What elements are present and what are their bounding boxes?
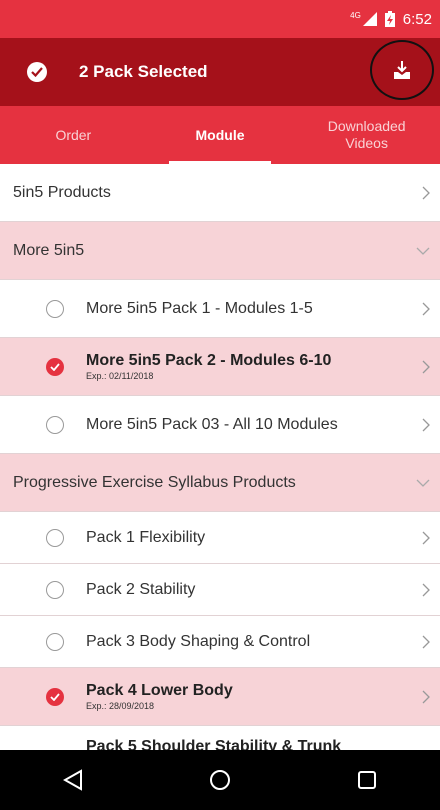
chevron-down-icon [416, 247, 430, 255]
tab-order[interactable]: Order [0, 106, 147, 164]
section-progressive-exercise[interactable]: Progressive Exercise Syllabus Products [0, 454, 440, 512]
expiry-date: Exp.: 02/11/2018 [86, 371, 154, 381]
download-button[interactable] [370, 40, 434, 100]
tab-downloaded-videos-label: Downloaded Videos [327, 118, 406, 151]
home-circle-icon [209, 770, 230, 790]
nav-recents-button[interactable] [337, 750, 397, 810]
section-more-5in5[interactable]: More 5in5 [0, 222, 440, 280]
download-icon [394, 61, 410, 79]
item-label: Pack 4 Lower Body [86, 682, 233, 699]
list-item-pes-pack4[interactable]: Pack 4 Lower Body Exp.: 28/09/2018 [0, 668, 440, 726]
radio-unchecked-icon[interactable] [46, 415, 64, 434]
item-label: More 5in5 Pack 2 - Modules 6-10 [86, 352, 332, 369]
nav-back-button[interactable] [43, 750, 103, 810]
item-label: Pack 1 Flexibility [86, 528, 206, 546]
android-nav-bar [0, 750, 440, 810]
tab-bar: Order Module Downloaded Videos [0, 106, 440, 164]
battery-icon [384, 11, 395, 27]
page-title: 2 Pack Selected [79, 62, 208, 81]
item-label: Pack 2 Stability [86, 580, 196, 598]
radio-checked-icon[interactable] [46, 687, 64, 706]
chevron-right-icon [422, 186, 430, 199]
status-bar: 4G 6:52 [0, 0, 440, 38]
list-item-pes-pack3[interactable]: Pack 3 Body Shaping & Control [0, 616, 440, 668]
signal-icon [362, 12, 377, 26]
radio-unchecked-icon[interactable] [46, 528, 64, 547]
list-item-more5in5-pack2[interactable]: More 5in5 Pack 2 - Modules 6-10 Exp.: 02… [0, 338, 440, 396]
radio-unchecked-icon[interactable] [46, 580, 64, 599]
expiry-date: Exp.: 28/09/2018 [86, 701, 155, 711]
section-label: Progressive Exercise Syllabus Products [13, 473, 296, 491]
nav-home-button[interactable] [190, 750, 250, 810]
list-item-pes-pack2[interactable]: Pack 2 Stability [0, 564, 440, 616]
chevron-right-icon [422, 418, 430, 431]
item-label: More 5in5 Pack 1 - Modules 1-5 [86, 299, 313, 317]
recents-square-icon [357, 771, 376, 789]
tab-downloaded-videos[interactable]: Downloaded Videos [293, 106, 440, 164]
chevron-right-icon [422, 531, 430, 544]
selection-check-icon[interactable] [27, 62, 47, 82]
list-item-pes-pack5[interactable]: Pack 5 Shoulder Stability & Trunk [0, 726, 440, 750]
chevron-right-icon [422, 635, 430, 648]
item-label: Pack 5 Shoulder Stability & Trunk [86, 738, 342, 750]
clock: 6:52 [402, 10, 432, 28]
signal-indicator: 4G [350, 11, 377, 26]
chevron-right-icon [422, 360, 430, 373]
chevron-right-icon [422, 302, 430, 315]
section-label: 5in5 Products [13, 183, 111, 201]
tab-module[interactable]: Module [147, 106, 294, 164]
radio-unchecked-icon[interactable] [46, 632, 64, 651]
item-label: Pack 3 Body Shaping & Control [86, 632, 311, 650]
list-item-more5in5-pack3[interactable]: More 5in5 Pack 03 - All 10 Modules [0, 396, 440, 454]
product-list: 5in5 Products More 5in5 More 5in5 Pack 1… [0, 164, 440, 750]
radio-unchecked-icon[interactable] [46, 299, 64, 318]
list-item-pes-pack1[interactable]: Pack 1 Flexibility [0, 512, 440, 564]
app-bar: 2 Pack Selected [0, 38, 440, 106]
chevron-right-icon [422, 583, 430, 596]
section-label: More 5in5 [13, 241, 85, 259]
item-label: More 5in5 Pack 03 - All 10 Modules [86, 415, 338, 433]
section-5in5-products[interactable]: 5in5 Products [0, 164, 440, 222]
list-item-more5in5-pack1[interactable]: More 5in5 Pack 1 - Modules 1-5 [0, 280, 440, 338]
network-type: 4G [350, 11, 361, 20]
chevron-right-icon [422, 690, 430, 703]
chevron-down-icon [416, 479, 430, 487]
radio-checked-icon[interactable] [46, 357, 64, 376]
back-triangle-icon [63, 769, 83, 791]
